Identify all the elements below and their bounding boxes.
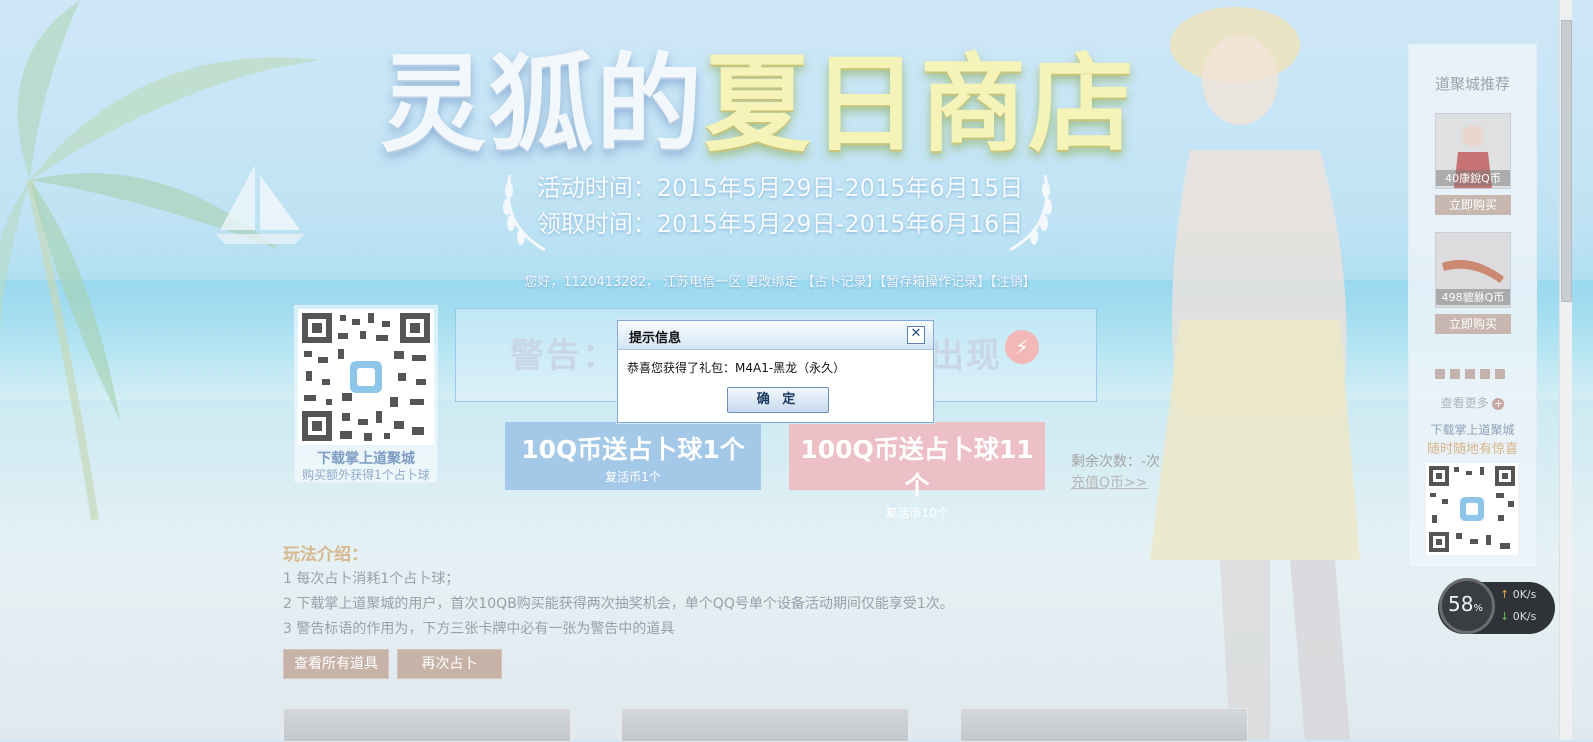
dialog-title: 提示信息: [629, 331, 682, 346]
usage-percent: 58%: [1448, 592, 1483, 616]
buy-100q-button[interactable]: 100Q币送占卜球11个 复活币10个: [789, 422, 1045, 520]
buy-now-button[interactable]: 立即购买: [1435, 314, 1511, 334]
product-thumbnail[interactable]: 498貔貅Q币: [1435, 232, 1511, 308]
network-speed-widget[interactable]: 58% ↑ 0K/s ↓ 0K/s: [1438, 578, 1555, 634]
user-greeting: 您好，1120413282，: [524, 275, 660, 290]
claim-time: 领取时间：2015年5月29日-2015年6月16日: [536, 210, 1024, 238]
warning-suffix: 出现: [930, 336, 1002, 376]
qr-code-icon: [298, 309, 434, 445]
buy-now-button[interactable]: 立即购买: [1435, 195, 1511, 215]
remaining-count: 剩余次数：-次: [1071, 454, 1161, 470]
download-speed: ↓ 0K/s: [1500, 610, 1537, 623]
event-title: 灵狐的夏日商店: [380, 18, 1200, 166]
card-slot[interactable]: [283, 708, 571, 742]
download-arrow-icon: ↓: [1500, 610, 1510, 623]
divine-again-button[interactable]: 再次占卜: [397, 649, 502, 679]
rule-item: 1 每次占卜消耗1个占卜球；: [283, 571, 460, 587]
view-more-link[interactable]: 查看更多 +: [1409, 394, 1536, 411]
view-all-items-button[interactable]: 查看所有道具: [283, 649, 389, 679]
page-scrollbar[interactable]: [1559, 0, 1572, 740]
storage-record-link[interactable]: 【暂存箱操作记录】: [880, 275, 991, 290]
close-icon[interactable]: ✕: [907, 326, 925, 344]
rule-item: 3 警告标语的作用为，下方三张卡牌中必有一张为警告中的道具: [283, 621, 675, 637]
product-price: 498貔貅Q币: [1436, 289, 1510, 305]
recharge-link[interactable]: 充值Q币>>: [1071, 472, 1147, 492]
panel-caption-highlight: 随时随地有惊喜: [1426, 442, 1518, 457]
carousel-dots[interactable]: [1435, 368, 1510, 382]
buy-100q-subtitle: 复活币10个: [885, 506, 949, 520]
title-part-yellow: 夏日商店: [704, 41, 1136, 166]
activity-time: 活动时间：2015年5月29日-2015年6月15日: [536, 174, 1024, 202]
palm-tree-decoration: [0, 0, 320, 521]
qr-caption: 下载掌上道聚城: [317, 451, 415, 467]
view-more-label: 查看更多: [1440, 396, 1489, 410]
logout-link[interactable]: 【注销】: [990, 275, 1036, 290]
buy-10q-subtitle: 复活币1个: [605, 470, 661, 484]
card-slot[interactable]: [960, 708, 1248, 742]
warning-prefix: 警告：: [510, 336, 618, 376]
panel-caption: 下载掌上道聚城: [1430, 423, 1515, 437]
plus-icon: +: [1492, 397, 1505, 410]
change-bind-link[interactable]: 更改绑定: [745, 275, 797, 290]
buy-10q-title: 10Q币送占卜球1个: [521, 435, 745, 464]
user-bar: 您好，1120413282， 江苏电信一区 更改绑定 【占卜记录】【暂存箱操作记…: [500, 271, 1060, 290]
download-app-qr: 下载掌上道聚城 购买额外获得1个占卜球: [294, 305, 438, 483]
dialog-message: 恭喜您获得了礼包：M4A1-黑龙（永久）: [627, 361, 846, 375]
buy-10q-button[interactable]: 10Q币送占卜球1个 复活币1个: [505, 422, 761, 490]
upload-speed: ↑ 0K/s: [1500, 588, 1537, 601]
warning-icon: ⚡: [1005, 330, 1039, 364]
qr-subcaption: 购买额外获得1个占卜球: [302, 468, 430, 482]
prompt-dialog: 提示信息 ✕ 恭喜您获得了礼包：M4A1-黑龙（永久） 确 定: [617, 320, 934, 423]
title-part-white: 灵狐的: [380, 41, 704, 166]
scrollbar-thumb[interactable]: [1561, 20, 1572, 302]
rule-item: 2 下载掌上道聚城的用户，首次10QB购买能获得两次抽奖机会，单个QQ号单个设备…: [283, 596, 954, 612]
product-price: 40康銳Q币: [1436, 170, 1510, 186]
user-region: 江苏电信一区: [663, 275, 742, 290]
qr-code-icon: [1426, 463, 1518, 555]
event-dates: 活动时间：2015年5月29日-2015年6月15日 领取时间：2015年5月2…: [520, 170, 1040, 242]
confirm-button[interactable]: 确 定: [727, 387, 829, 413]
rules-title: 玩法介绍：: [283, 545, 368, 565]
recommend-panel: 道聚城推荐 40康銳Q币 立即购买 498貔貅Q币 立即购买 查看更多 + 下载…: [1408, 44, 1537, 568]
buy-100q-title: 100Q币送占卜球11个: [800, 435, 1034, 500]
product-thumbnail[interactable]: 40康銳Q币: [1435, 113, 1511, 189]
dialog-titlebar: 提示信息 ✕: [618, 321, 933, 350]
panel-title: 道聚城推荐: [1434, 75, 1510, 93]
sailboat-decoration: [215, 165, 305, 244]
card-slot[interactable]: [621, 708, 909, 742]
upload-arrow-icon: ↑: [1500, 588, 1510, 601]
fortune-record-link[interactable]: 【占卜记录】: [802, 275, 880, 290]
